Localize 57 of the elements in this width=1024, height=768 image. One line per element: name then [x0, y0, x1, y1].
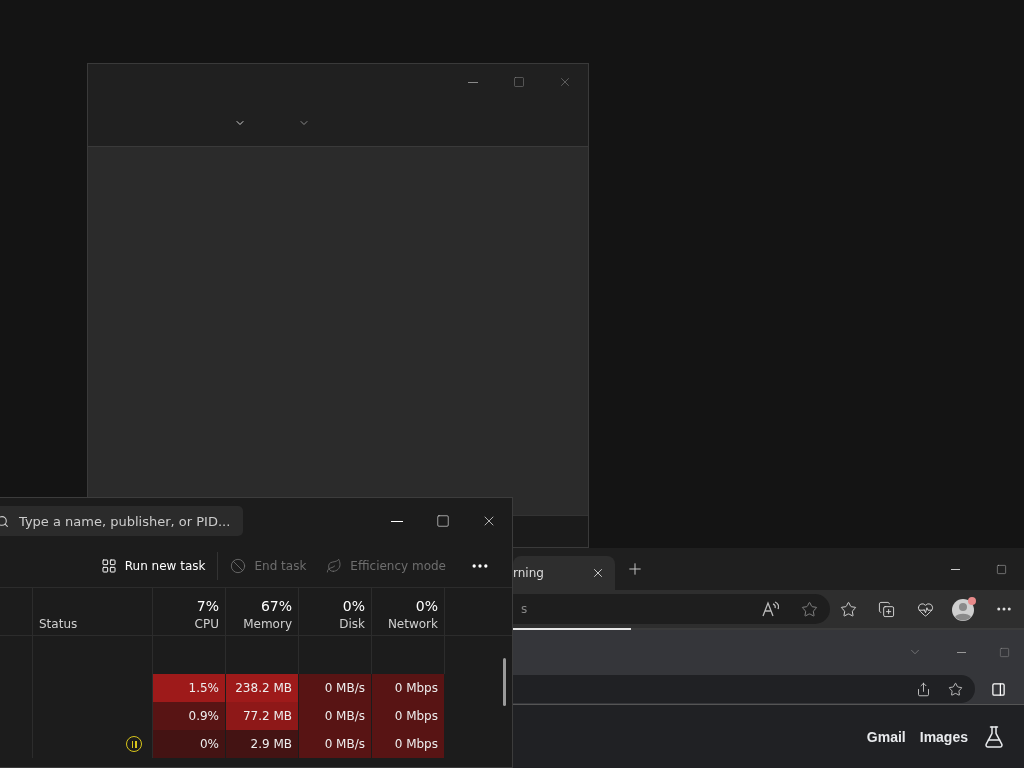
minimize-icon[interactable]	[956, 651, 966, 653]
table-cell: 0 Mbps	[372, 702, 445, 730]
plus-icon	[626, 560, 644, 578]
column-usage: 7%	[196, 598, 219, 614]
scrollbar-thumb[interactable]	[503, 658, 506, 706]
column-header[interactable]: Memory	[243, 617, 292, 631]
header-link[interactable]: Images	[919, 728, 968, 745]
maximize-icon	[436, 514, 450, 528]
collections-icon[interactable]	[878, 600, 896, 618]
table-cell: 0 Mbps	[372, 730, 445, 758]
minimize-icon	[468, 81, 478, 83]
favorites-icon[interactable]	[840, 600, 858, 618]
minimize-icon	[950, 568, 960, 570]
flask-icon[interactable]	[982, 724, 1006, 749]
search-field[interactable]: Type a name, publisher, or PID...	[0, 506, 243, 536]
search-placeholder: Type a name, publisher, or PID...	[19, 513, 231, 529]
column-usage: 0%	[342, 598, 365, 614]
address-field[interactable]: s	[513, 594, 830, 624]
close-icon	[558, 75, 572, 89]
run-task-icon	[100, 557, 117, 574]
table-cell: 0 MB/s	[299, 702, 372, 730]
table-cell: 0 MB/s	[299, 674, 372, 702]
column-header[interactable]: Disk	[339, 617, 365, 631]
address-text: s	[521, 602, 528, 616]
tab-title: rning	[513, 566, 544, 580]
maximize-icon	[995, 563, 1007, 575]
read-aloud-icon[interactable]	[760, 600, 779, 618]
close-icon[interactable]	[591, 566, 605, 580]
column-usage: 0%	[415, 598, 438, 614]
table-cell: 0 MB/s	[299, 730, 372, 758]
browser-tab[interactable]: rning	[513, 556, 615, 590]
column-header[interactable]: CPU	[194, 617, 219, 631]
table-cell: 2.9 MB	[226, 730, 299, 758]
paused-icon	[126, 736, 142, 752]
column-header[interactable]: Status	[39, 617, 78, 631]
table-cell: 0.9%	[153, 702, 226, 730]
toolbar-button[interactable]: Run new task	[92, 549, 214, 582]
minimize-icon	[391, 520, 403, 522]
address-field[interactable]	[513, 675, 975, 703]
column-usage: 67%	[260, 598, 292, 614]
side-panel-icon[interactable]	[990, 681, 1006, 697]
table-cell: 0%	[153, 730, 226, 758]
table-cell: 77.2 MB	[226, 702, 299, 730]
maximize-icon	[513, 76, 525, 88]
table-cell: 0 Mbps	[372, 674, 445, 702]
star-icon[interactable]	[947, 681, 963, 697]
column-header[interactable]: Network	[387, 617, 438, 631]
end-task-icon	[230, 557, 247, 574]
table-cell: 1.5%	[153, 674, 226, 702]
heart-pulse-icon[interactable]	[916, 600, 934, 618]
profile-avatar-icon[interactable]	[951, 596, 978, 622]
leaf-icon	[326, 557, 343, 574]
header-link[interactable]: Gmail	[866, 728, 906, 745]
table-cell: 238.2 MB	[226, 674, 299, 702]
share-icon[interactable]	[915, 681, 931, 697]
star-icon[interactable]	[801, 600, 819, 618]
search-icon	[0, 514, 9, 528]
